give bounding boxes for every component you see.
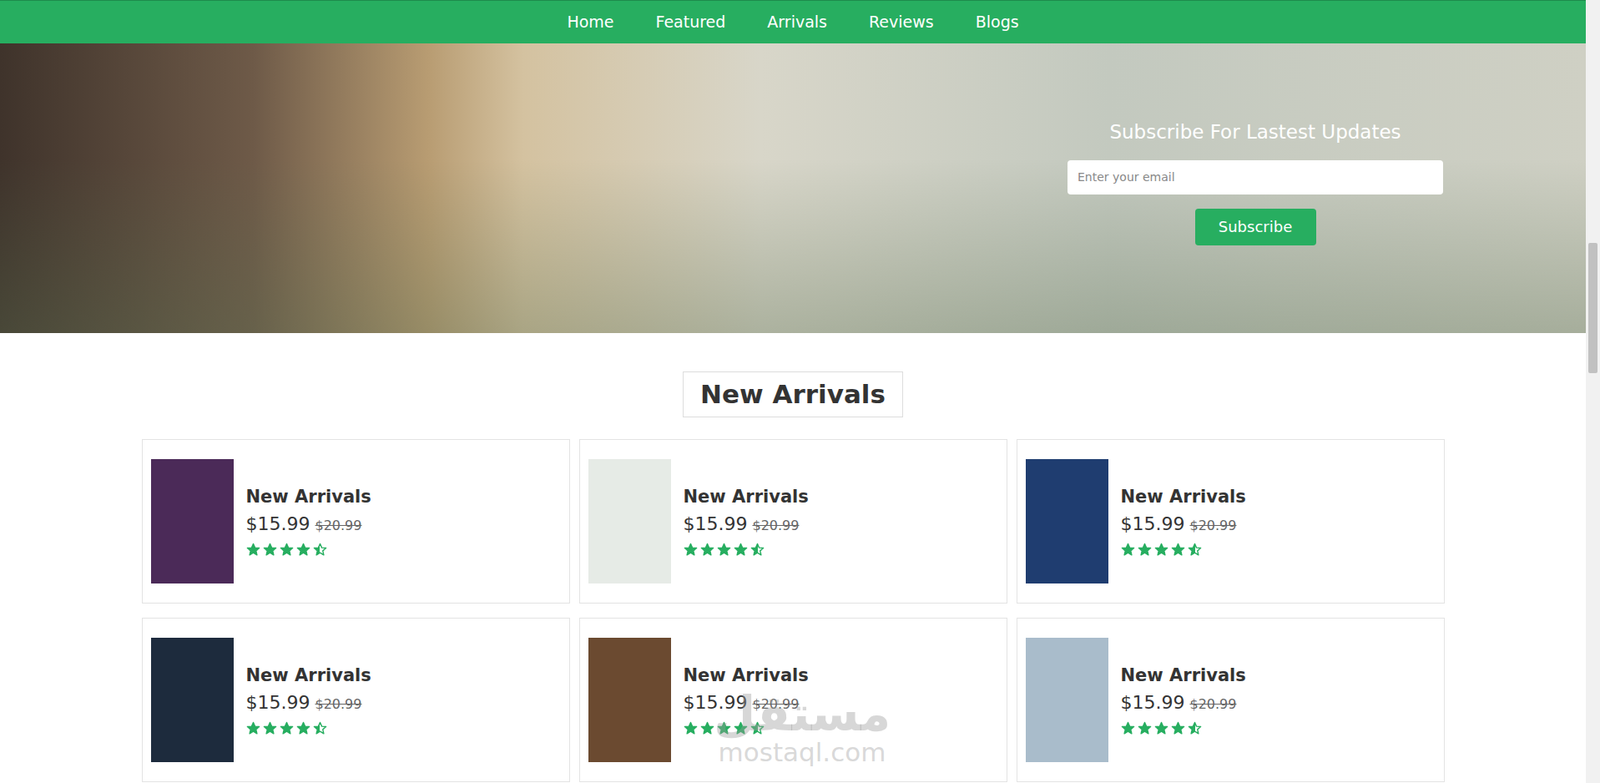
star-icon (1120, 542, 1136, 557)
price-row: $15.99$20.99 (246, 509, 372, 538)
price-row: $15.99$20.99 (683, 688, 809, 717)
page: Home Featured Arrivals Reviews Blogs Subscri… (0, 0, 1586, 783)
star-rating (246, 542, 372, 557)
old-price: $20.99 (314, 694, 362, 715)
star-icon (1170, 542, 1186, 557)
book-cover[interactable] (588, 459, 672, 584)
price-row: $15.99$20.99 (1120, 509, 1247, 538)
watermark-latin: mostaql.com (718, 737, 887, 767)
product-card[interactable]: New Arrivals$15.99$20.99 (1016, 439, 1445, 604)
nav-link[interactable]: Home (556, 5, 624, 40)
product-title[interactable]: New Arrivals (683, 485, 809, 509)
star-icon (246, 721, 261, 736)
book-cover[interactable] (1025, 459, 1109, 584)
section-heading: New Arrivals (682, 371, 904, 418)
star-icon (1154, 542, 1169, 557)
price: $15.99 (246, 509, 311, 538)
price: $15.99 (683, 509, 748, 538)
email-input[interactable] (1067, 160, 1444, 195)
hero-banner: Subscribe For Lastest Updates Subscribe (0, 43, 1586, 334)
product-card[interactable]: New Arrivals$15.99$20.99 (141, 617, 571, 783)
subscribe-button[interactable]: Subscribe (1195, 208, 1317, 246)
product-card[interactable]: New Arrivals$15.99$20.99 (579, 439, 1008, 604)
old-price: $20.99 (1189, 694, 1237, 715)
star-icon (1137, 721, 1152, 736)
price-row: $15.99$20.99 (246, 688, 372, 717)
star-icon (1187, 542, 1202, 557)
star-icon (750, 721, 765, 736)
product-info: New Arrivals$15.99$20.99 (1120, 485, 1247, 557)
star-icon (279, 542, 294, 557)
product-title[interactable]: New Arrivals (246, 664, 372, 687)
nav-link[interactable]: Reviews (858, 5, 944, 40)
star-icon (733, 721, 748, 736)
star-icon (279, 721, 294, 736)
old-price: $20.99 (1189, 515, 1237, 536)
star-rating (1120, 721, 1247, 736)
price: $15.99 (246, 688, 311, 717)
star-rating (1120, 542, 1247, 557)
product-info: New Arrivals$15.99$20.99 (683, 485, 809, 557)
star-icon (683, 721, 698, 736)
star-icon (1187, 721, 1202, 736)
star-icon (1137, 542, 1152, 557)
watermark-arabic: مستقل (713, 689, 891, 738)
star-icon (750, 542, 765, 557)
star-icon (312, 721, 328, 736)
book-cover[interactable] (1025, 637, 1109, 763)
star-rating (246, 721, 372, 736)
price-row: $15.99$20.99 (683, 509, 809, 538)
star-icon (1154, 721, 1169, 736)
star-icon (1120, 721, 1136, 736)
nav-link[interactable]: Featured (646, 5, 737, 40)
star-icon (262, 542, 278, 557)
product-title[interactable]: New Arrivals (1120, 485, 1247, 509)
old-price: $20.99 (752, 694, 799, 715)
star-icon (262, 721, 278, 736)
star-icon (716, 721, 732, 736)
price: $15.99 (1120, 688, 1186, 717)
old-price: $20.99 (314, 515, 362, 536)
star-rating (683, 721, 809, 736)
book-cover[interactable] (151, 637, 234, 763)
product-grid: New Arrivals$15.99$20.99New Arrivals$15.… (141, 439, 1445, 783)
price-row: $15.99$20.99 (1120, 688, 1247, 717)
star-icon (733, 542, 748, 557)
star-icon (683, 542, 698, 557)
scrollbar[interactable] (1585, 0, 1600, 783)
product-info: New Arrivals$15.99$20.99 (683, 664, 809, 736)
product-card[interactable]: New Arrivals$15.99$20.99 (579, 617, 1008, 783)
star-icon (1170, 721, 1186, 736)
star-icon (700, 542, 715, 557)
product-card[interactable]: New Arrivals$15.99$20.99 (1016, 617, 1445, 783)
star-icon (312, 542, 328, 557)
product-info: New Arrivals$15.99$20.99 (246, 485, 372, 557)
subscribe-title: Subscribe For Lastest Updates (1109, 120, 1401, 146)
star-icon (246, 542, 261, 557)
price: $15.99 (1120, 509, 1186, 538)
star-icon (296, 721, 311, 736)
product-title[interactable]: New Arrivals (683, 664, 809, 687)
nav-link[interactable]: Blogs (965, 5, 1030, 40)
price: $15.99 (683, 688, 748, 717)
top-nav: Home Featured Arrivals Reviews Blogs (0, 0, 1586, 44)
watermark: مستقلmostaql.com (701, 689, 903, 767)
product-info: New Arrivals$15.99$20.99 (246, 664, 372, 736)
star-icon (700, 721, 715, 736)
scroll-thumb[interactable] (1588, 242, 1598, 374)
book-cover[interactable] (588, 637, 672, 763)
product-card[interactable]: New Arrivals$15.99$20.99 (141, 439, 571, 604)
star-rating (683, 542, 809, 557)
book-cover[interactable] (151, 459, 234, 584)
product-info: New Arrivals$15.99$20.99 (1120, 664, 1247, 736)
product-title[interactable]: New Arrivals (246, 485, 372, 509)
star-icon (716, 542, 732, 557)
product-title[interactable]: New Arrivals (1120, 664, 1247, 687)
nav-link[interactable]: Arrivals (757, 5, 838, 40)
star-icon (296, 542, 311, 557)
subscribe-form: Subscribe For Lastest Updates Subscribe (1067, 120, 1444, 334)
old-price: $20.99 (752, 515, 799, 536)
